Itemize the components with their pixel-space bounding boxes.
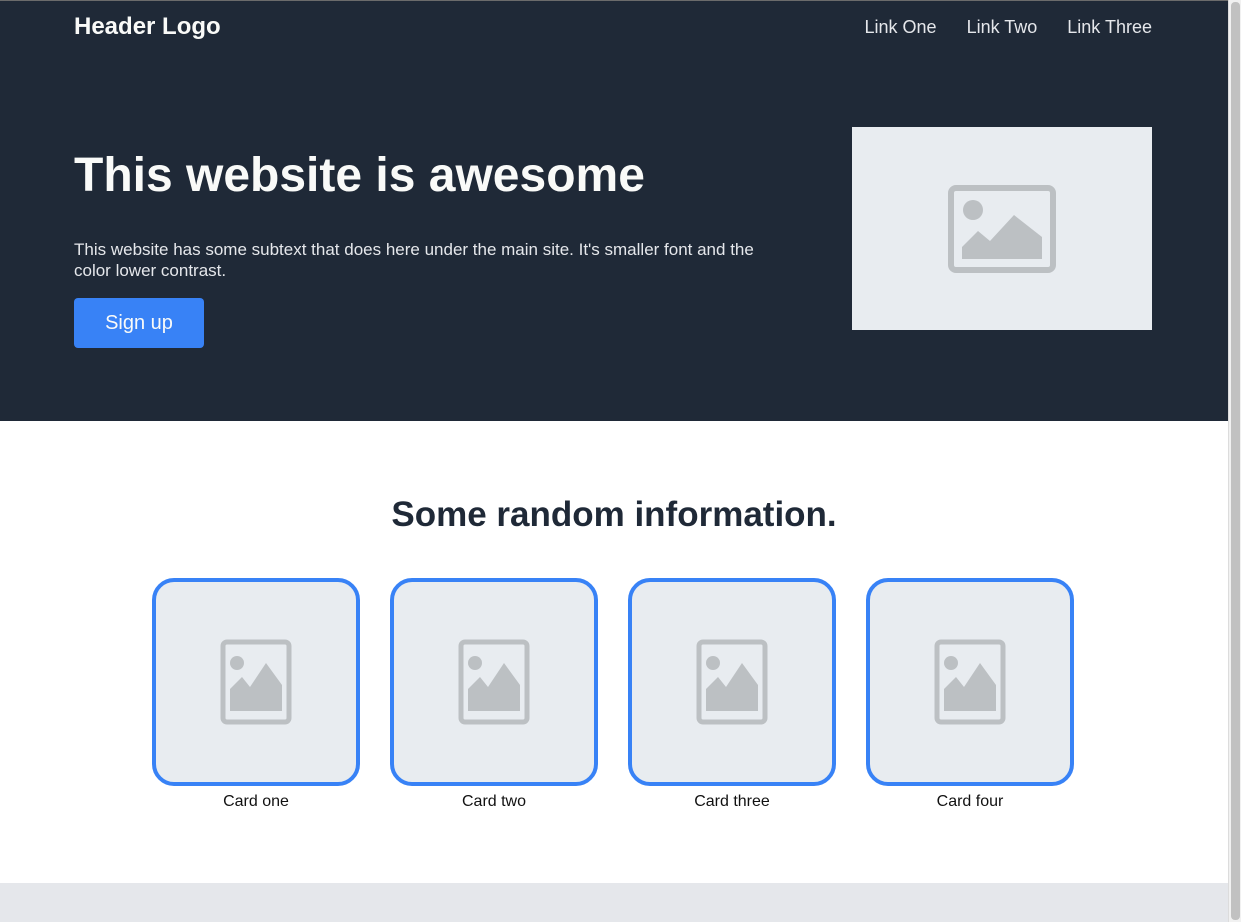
page: Header Logo Link One Link Two Link Three… (0, 1, 1228, 922)
image-placeholder-icon (696, 639, 768, 725)
hero-image (852, 127, 1152, 330)
image-placeholder-icon (934, 639, 1006, 725)
nav-link-two[interactable]: Link Two (967, 17, 1038, 38)
card[interactable]: Card four (866, 578, 1074, 811)
scrollbar-thumb[interactable] (1231, 2, 1240, 920)
image-placeholder-icon (458, 639, 530, 725)
card-image (390, 578, 598, 786)
hero-subtext: This website has some subtext that does … (74, 240, 754, 280)
card[interactable]: Card three (628, 578, 836, 811)
info-section: Some random information. Card one Card t… (0, 421, 1228, 883)
nav-links: Link One Link Two Link Three (865, 17, 1152, 38)
navbar: Header Logo Link One Link Two Link Three (74, 1, 1152, 53)
card[interactable]: Card two (390, 578, 598, 811)
card-label: Card four (936, 793, 1004, 810)
nav-link-one[interactable]: Link One (865, 17, 937, 38)
card[interactable]: Card one (152, 578, 360, 811)
hero-text: This website is awesome This website has… (74, 127, 754, 348)
nav-link-three[interactable]: Link Three (1067, 17, 1152, 38)
card-image (866, 578, 1074, 786)
card-label: Card three (694, 793, 770, 810)
hero: This website is awesome This website has… (74, 127, 1152, 348)
card-image (152, 578, 360, 786)
header-section: Header Logo Link One Link Two Link Three… (0, 1, 1228, 421)
hero-title: This website is awesome (74, 149, 645, 202)
footer-band (0, 883, 1228, 922)
card-label: Card one (223, 793, 289, 810)
card-label: Card two (461, 793, 527, 810)
sign-up-button[interactable]: Sign up (74, 298, 204, 348)
image-placeholder-icon (220, 639, 292, 725)
header-logo[interactable]: Header Logo (74, 13, 221, 41)
vertical-scrollbar[interactable] (1228, 0, 1241, 922)
card-image (628, 578, 836, 786)
info-title: Some random information. (391, 495, 837, 534)
image-placeholder-icon (948, 184, 1056, 273)
card-grid: Card one Card two Card three Card four (152, 578, 1074, 811)
